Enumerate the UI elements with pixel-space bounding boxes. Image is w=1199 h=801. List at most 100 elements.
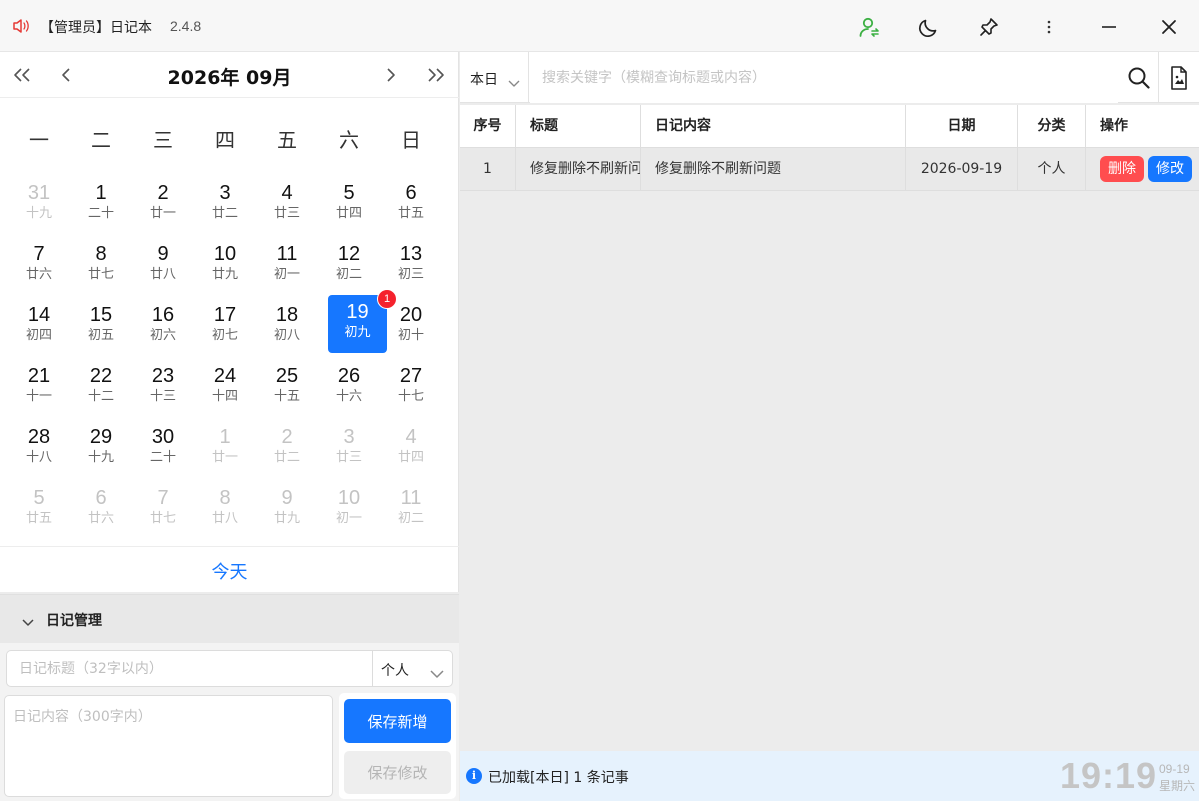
calendar-day[interactable]: 25 十五	[256, 356, 318, 417]
save-edit-button[interactable]: 保存修改	[344, 751, 451, 794]
day-number: 1	[95, 182, 107, 204]
calendar-day[interactable]: 6 廿五	[380, 173, 442, 234]
delete-button[interactable]: 删除	[1100, 156, 1144, 182]
calendar-day[interactable]: 26 十六	[318, 356, 380, 417]
calendar-day-inner: 5 廿五	[11, 481, 67, 535]
calendar-day-inner: 29 十九	[73, 420, 129, 474]
day-lunar: 廿三	[273, 206, 300, 221]
calendar-day[interactable]: 20 初十	[380, 295, 442, 356]
calendar-day[interactable]: 10 初一	[318, 478, 380, 539]
calendar-day[interactable]: 30 二十	[132, 417, 194, 478]
moon-icon[interactable]	[914, 12, 944, 42]
calendar-day[interactable]: 9 廿九	[256, 478, 318, 539]
calendar-day[interactable]: 21 十一	[8, 356, 70, 417]
day-lunar: 十九	[25, 206, 52, 221]
next-month-icon[interactable]	[378, 62, 404, 88]
calendar-day[interactable]: 7 廿七	[132, 478, 194, 539]
day-number: 20	[399, 304, 423, 326]
today-link[interactable]: 今天	[212, 558, 248, 584]
calendar-day[interactable]: 27 十七	[380, 356, 442, 417]
day-number: 14	[27, 304, 51, 326]
calendar-day[interactable]: 11 初一	[256, 234, 318, 295]
weekday-label: 二	[91, 128, 111, 152]
more-icon[interactable]	[1034, 12, 1064, 42]
calendar-day-inner: 12 初二	[321, 237, 377, 291]
calendar-day[interactable]: 23 十三	[132, 356, 194, 417]
calendar-day[interactable]: 1 二十	[70, 173, 132, 234]
diary-content-input[interactable]	[4, 695, 333, 797]
calendar-day[interactable]: 24 十四	[194, 356, 256, 417]
column-header-title[interactable]: 标题	[516, 105, 641, 147]
day-number: 4	[405, 426, 417, 448]
table-row[interactable]: 1 修复删除不刷新问题 修复删除不刷新问题 2026-09-19 个人 删除修改	[460, 148, 1199, 191]
search-icon[interactable]	[1126, 65, 1152, 91]
calendar-day[interactable]: 18 初八	[256, 295, 318, 356]
minimize-icon[interactable]	[1094, 12, 1124, 42]
diary-manage-header[interactable]: 日记管理	[0, 594, 459, 643]
calendar-day[interactable]: 1 廿一	[194, 417, 256, 478]
calendar-day[interactable]: 7 廿六	[8, 234, 70, 295]
calendar-day[interactable]: 4 廿四	[380, 417, 442, 478]
calendar-day[interactable]: 16 初六	[132, 295, 194, 356]
day-lunar: 廿八	[211, 511, 238, 526]
calendar-day[interactable]: 14 初四	[8, 295, 70, 356]
calendar-day[interactable]: 31 十九	[8, 173, 70, 234]
column-header-no[interactable]: 序号	[460, 105, 516, 147]
day-number: 3	[219, 182, 231, 204]
save-new-button[interactable]: 保存新增	[344, 699, 451, 743]
day-lunar: 初二	[397, 511, 424, 526]
next-year-icon[interactable]	[423, 62, 449, 88]
day-lunar: 廿六	[87, 511, 114, 526]
calendar-day-inner: 11 初二	[383, 481, 439, 535]
export-file-icon[interactable]	[1158, 52, 1199, 103]
calendar-day[interactable]: 11 初二	[380, 478, 442, 539]
column-header-date[interactable]: 日期	[906, 105, 1018, 147]
column-header-category[interactable]: 分类	[1018, 105, 1086, 147]
day-number: 31	[27, 182, 51, 204]
user-switch-icon[interactable]	[854, 12, 884, 42]
calendar-day[interactable]: 5 廿五	[8, 478, 70, 539]
cell-no: 1	[460, 148, 516, 190]
weekday-label: 日	[401, 128, 421, 152]
edit-button[interactable]: 修改	[1148, 156, 1192, 182]
calendar-day[interactable]: 2 廿一	[132, 173, 194, 234]
weekday-label: 四	[215, 128, 235, 152]
day-lunar: 初一	[335, 511, 362, 526]
speaker-icon	[12, 18, 30, 34]
calendar-day[interactable]: 8 廿七	[70, 234, 132, 295]
day-number: 11	[400, 487, 422, 509]
diary-title-input[interactable]	[6, 650, 372, 687]
calendar-day[interactable]: 3 廿二	[194, 173, 256, 234]
calendar-day[interactable]: 10 廿九	[194, 234, 256, 295]
calendar-day[interactable]: 29 十九	[70, 417, 132, 478]
day-lunar: 十一	[25, 389, 52, 404]
calendar-day[interactable]: 4 廿三	[256, 173, 318, 234]
calendar-day-inner: 14 初四	[11, 298, 67, 352]
calendar-day[interactable]: 2 廿二	[256, 417, 318, 478]
calendar-day[interactable]: 3 廿三	[318, 417, 380, 478]
calendar-day[interactable]: 13 初三	[380, 234, 442, 295]
day-number: 25	[275, 365, 299, 387]
diary-manage-title: 日记管理	[46, 613, 102, 629]
category-select[interactable]: 个人	[372, 650, 453, 687]
calendar-day-inner: 8 廿七	[73, 237, 129, 291]
calendar-day[interactable]: 28 十八	[8, 417, 70, 478]
calendar-day[interactable]: 22 十二	[70, 356, 132, 417]
calendar-day-inner: 4 廿四	[383, 420, 439, 474]
day-number: 15	[89, 304, 113, 326]
calendar-day[interactable]: 15 初五	[70, 295, 132, 356]
close-icon[interactable]	[1154, 12, 1184, 42]
calendar-day[interactable]: 12 初二	[318, 234, 380, 295]
calendar-day[interactable]: 8 廿八	[194, 478, 256, 539]
search-input[interactable]	[530, 52, 1118, 103]
day-lunar: 初六	[149, 328, 176, 343]
range-select[interactable]: 本日	[460, 52, 529, 103]
calendar-day[interactable]: 9 廿八	[132, 234, 194, 295]
calendar-day[interactable]: 17 初七	[194, 295, 256, 356]
day-number: 9	[281, 487, 293, 509]
pin-icon[interactable]	[974, 12, 1004, 42]
calendar-day[interactable]: 5 廿四	[318, 173, 380, 234]
calendar-day[interactable]: 6 廿六	[70, 478, 132, 539]
calendar-day-selected[interactable]: 19 初九 1	[318, 289, 397, 356]
column-header-content[interactable]: 日记内容	[641, 105, 906, 147]
